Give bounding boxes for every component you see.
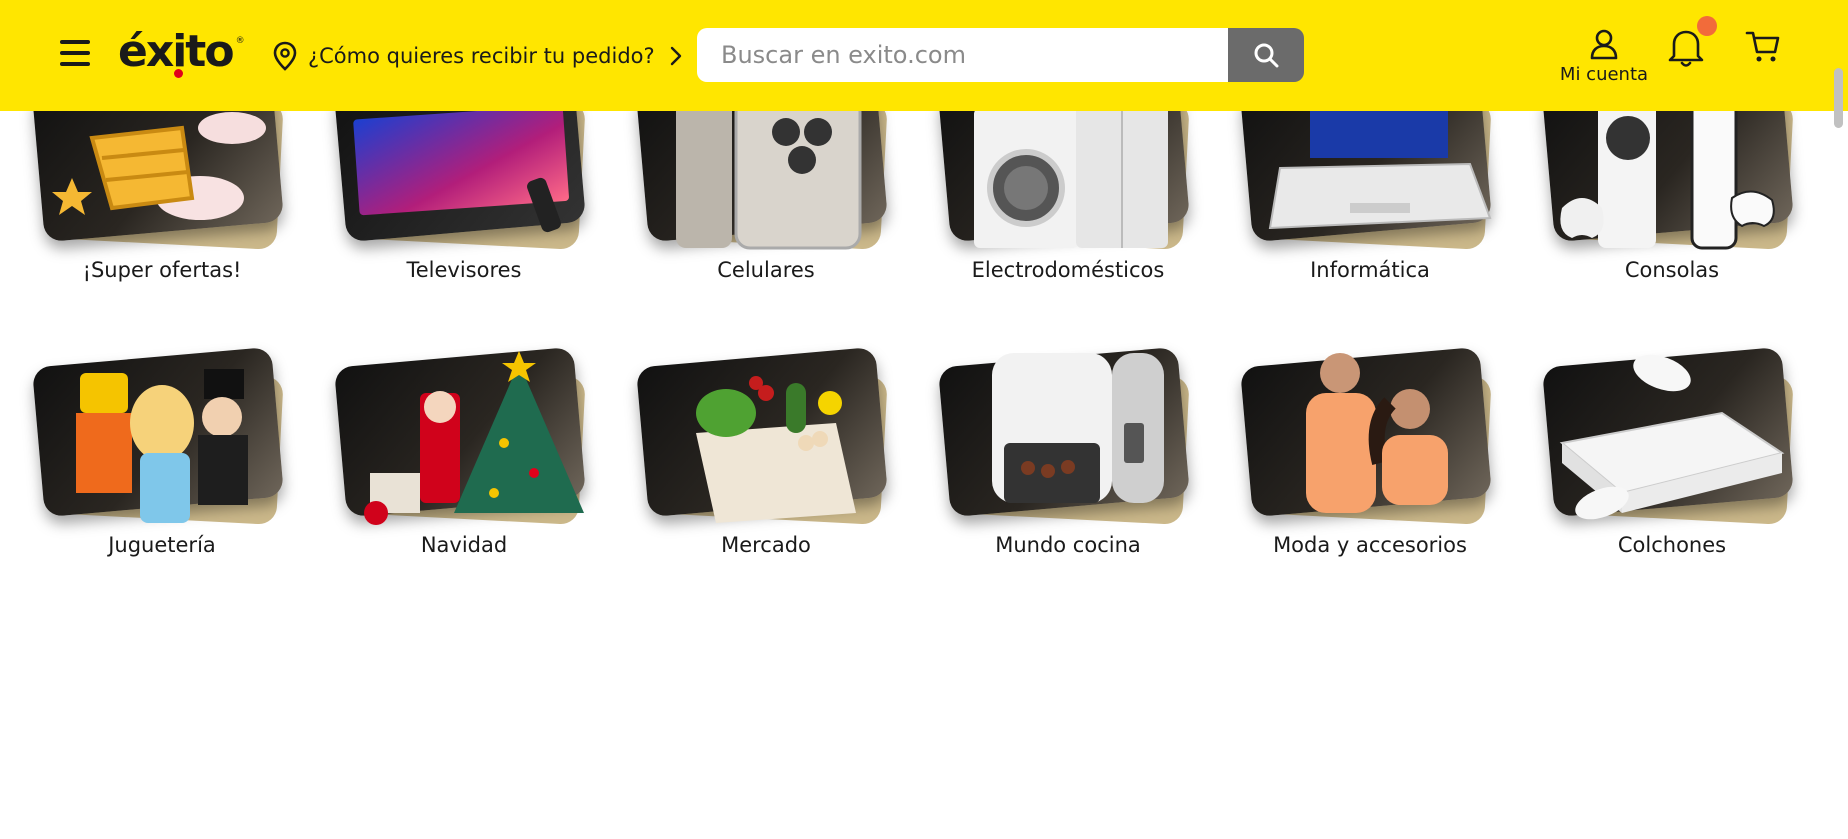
category-colchones[interactable]: Colchones (1541, 343, 1802, 557)
category-label: Informática (1310, 258, 1430, 282)
my-account-label: Mi cuenta (1559, 64, 1649, 85)
category-label: Juguetería (108, 533, 216, 557)
scrollbar-thumb[interactable] (1834, 68, 1843, 128)
search-bar (697, 28, 1304, 82)
category-label: Navidad (420, 533, 508, 557)
category-label: Colchones (1617, 533, 1727, 557)
category-mundo-cocina[interactable]: Mundo cocina (937, 343, 1198, 557)
exito-logo[interactable]: éxito ® (118, 24, 245, 80)
delivery-selector[interactable]: ¿Cómo quieres recibir tu pedido? (272, 40, 683, 72)
category-label: Mercado (721, 533, 811, 557)
category-label: Moda y accesorios (1273, 533, 1467, 557)
category-label: Televisores (406, 258, 522, 282)
search-input[interactable] (697, 28, 1228, 82)
toys-icon (76, 369, 248, 523)
category-jugueteria[interactable]: Juguetería (31, 343, 292, 557)
category-image (333, 343, 594, 533)
category-image (1239, 343, 1500, 533)
location-pin-icon (273, 41, 297, 71)
category-grid: ¡Super ofertas! Televisores Celulares El… (0, 0, 1848, 839)
category-image (31, 343, 292, 533)
category-image (937, 343, 1198, 533)
mattress-icon (1559, 354, 1785, 520)
category-label: Celulares (717, 258, 815, 282)
category-label: ¡Super ofertas! (82, 258, 242, 282)
grocery-bag-icon (696, 376, 856, 523)
category-image (635, 343, 896, 533)
fashion-icon (1306, 353, 1448, 513)
user-icon (1590, 29, 1618, 60)
christmas-tree-icon (364, 351, 584, 525)
notification-badge (1697, 16, 1717, 36)
category-label: Consolas (1624, 258, 1720, 282)
category-label: Mundo cocina (995, 533, 1141, 557)
hamburger-menu-icon[interactable] (60, 40, 90, 68)
category-navidad[interactable]: Navidad (333, 343, 594, 557)
air-fryer-icon (992, 353, 1164, 503)
logo-dot (174, 69, 183, 78)
category-moda[interactable]: Moda y accesorios (1239, 343, 1500, 557)
site-header: éxito ® ¿Cómo quieres recibir tu pedido?… (0, 0, 1848, 111)
category-label: Electrodomésticos (971, 258, 1165, 282)
category-image (1541, 343, 1802, 533)
delivery-text: ¿Cómo quieres recibir tu pedido? (308, 44, 655, 68)
search-button[interactable] (1228, 28, 1304, 82)
shopping-cart-icon[interactable] (1745, 28, 1781, 64)
search-icon (1254, 43, 1279, 68)
category-mercado[interactable]: Mercado (635, 343, 896, 557)
my-account-button[interactable]: Mi cuenta (1556, 28, 1652, 88)
chevron-right-icon (670, 46, 681, 66)
registered-mark: ® (235, 36, 245, 46)
